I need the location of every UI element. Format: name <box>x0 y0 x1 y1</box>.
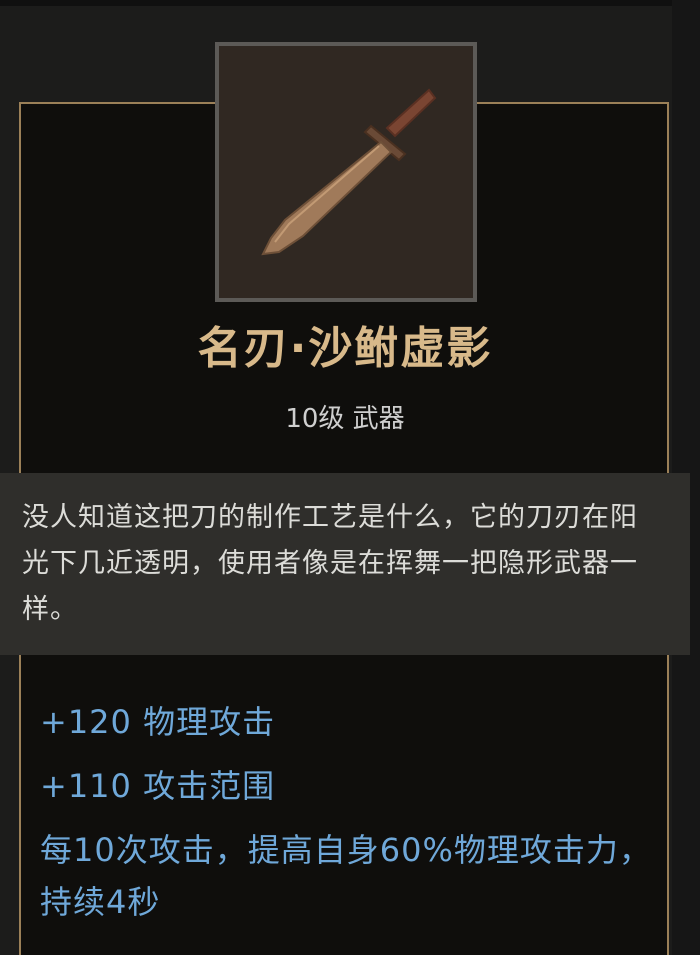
lore-text: 没人知道这把刀的制作工艺是什么，它的刀刃在阳光下几近透明，使用者像是在挥舞一把隐… <box>22 502 638 625</box>
stat-attack-range: +110 攻击范围 <box>40 767 276 805</box>
blade-icon <box>219 46 473 298</box>
stat-special-effect: 每10次攻击，提高自身60%物理攻击力，持续4秒 <box>40 831 652 921</box>
item-icon-slot[interactable] <box>215 42 477 302</box>
item-name: 名刃·沙鲋虚影 <box>197 323 493 374</box>
item-stats: +120 物理攻击 +110 攻击范围 每10次攻击，提高自身60%物理攻击力，… <box>40 690 660 928</box>
stat-physical-attack: +120 物理攻击 <box>40 703 276 741</box>
lore-description-box: 没人知道这把刀的制作工艺是什么，它的刀刃在阳光下几近透明，使用者像是在挥舞一把隐… <box>0 473 690 655</box>
item-level-type: 10级 武器 <box>285 404 405 434</box>
item-tooltip-page: 名刃·沙鲋虚影 10级 武器 没人知道这把刀的制作工艺是什么，它的刀刃在阳光下几… <box>0 0 700 955</box>
top-divider <box>0 0 700 6</box>
